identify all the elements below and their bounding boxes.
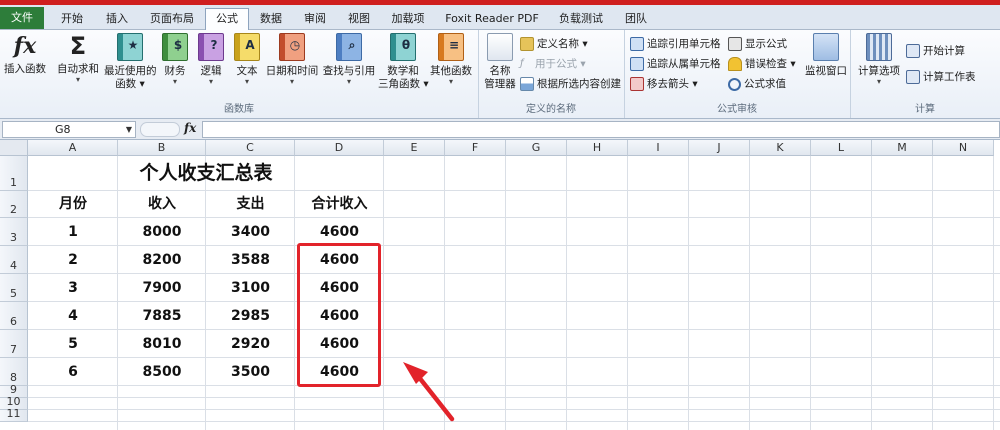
- annotation-arrow: [403, 362, 455, 422]
- arrow-shaft: [415, 373, 455, 422]
